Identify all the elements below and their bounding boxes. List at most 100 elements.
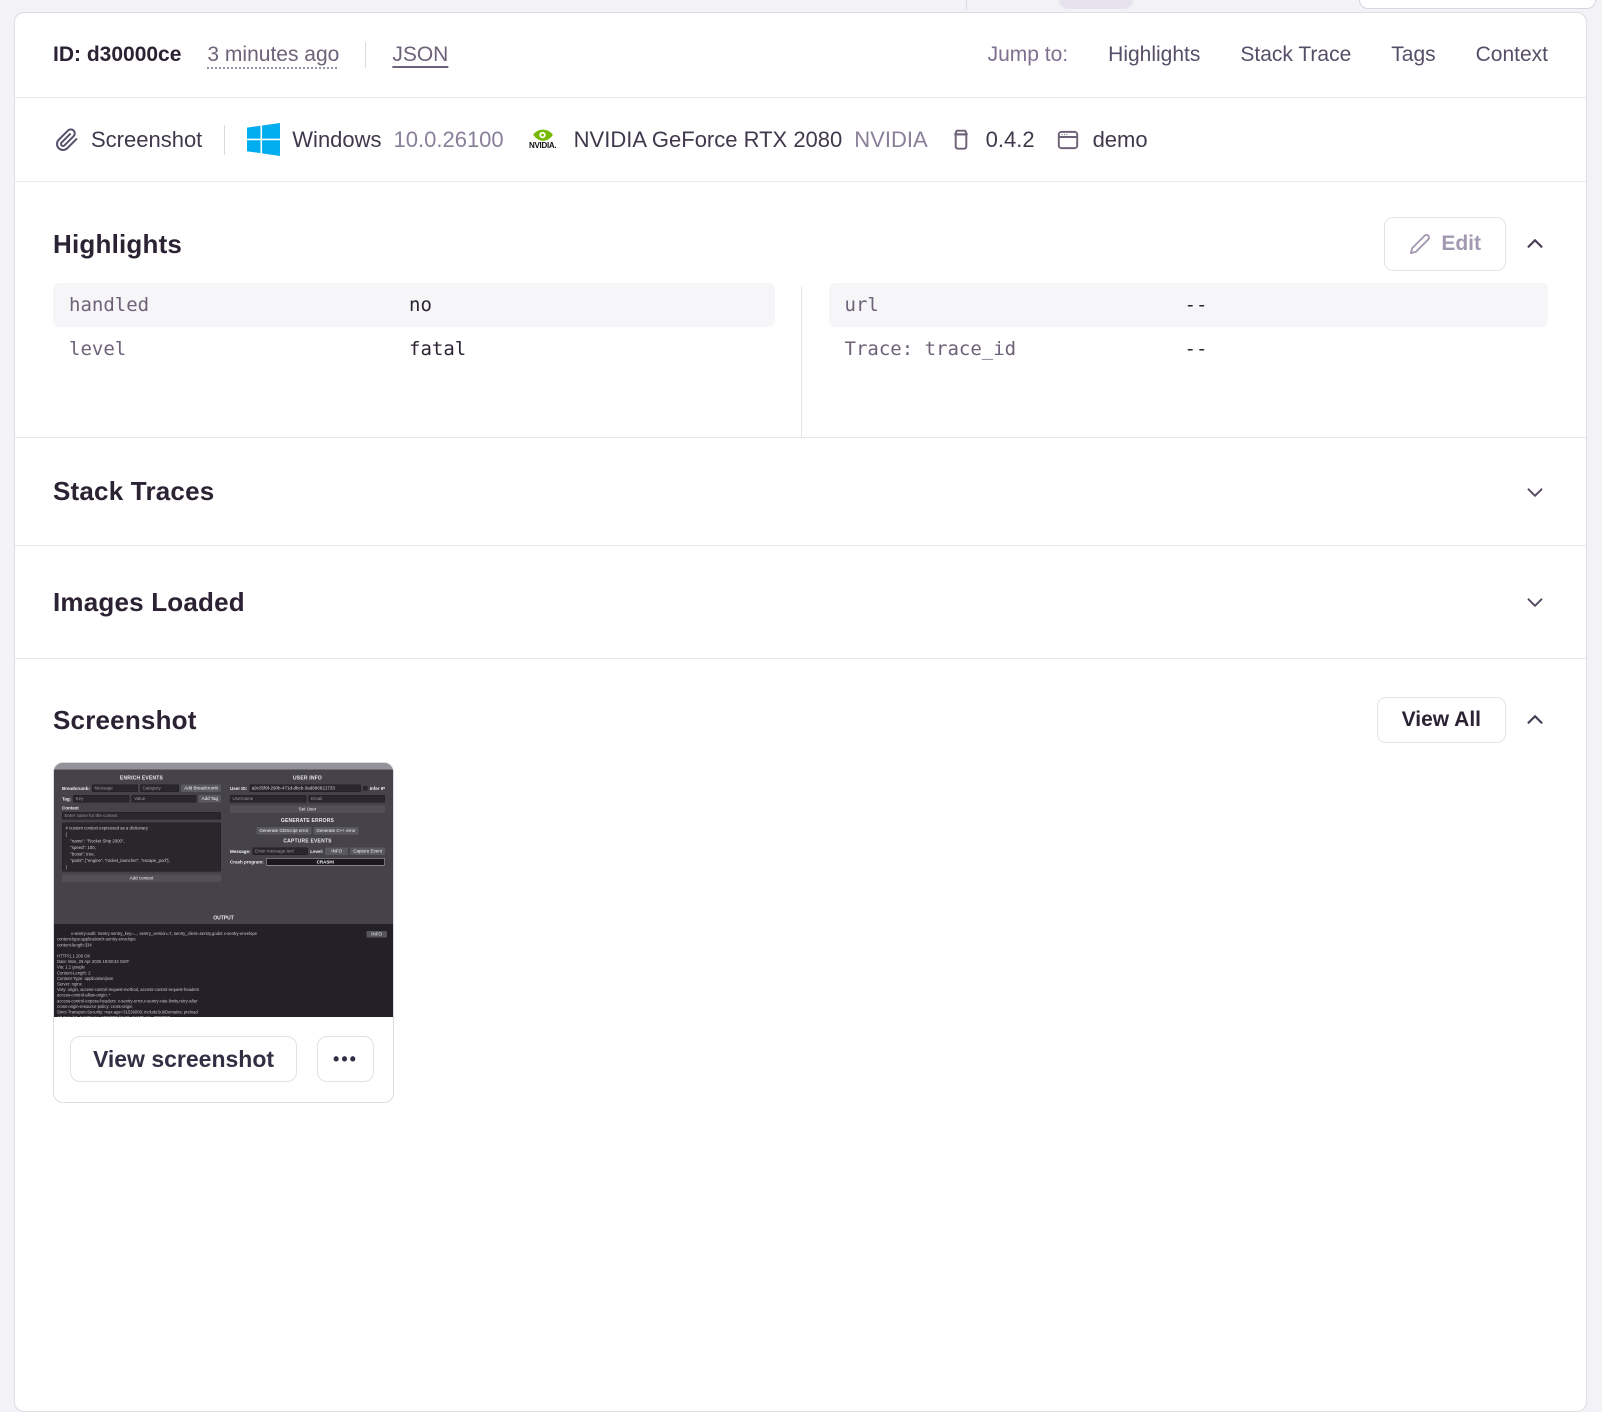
nvidia-logo-icon: NVIDIA. (523, 122, 562, 157)
thumb-capture-events-title: CAPTURE EVENTS (283, 838, 332, 845)
thumb-context-label: Context (62, 805, 79, 811)
edit-button-label: Edit (1441, 232, 1481, 255)
thumb-tag-label: Tag: (62, 796, 72, 802)
os-name: Windows (292, 126, 382, 152)
thumb-output-log: x-sentry-auth: Sentry sentry_key=..., se… (54, 924, 393, 1017)
thumb-user-info-title: USER INFO (292, 775, 323, 782)
os-context-item[interactable]: Windows 10.0.26100 (237, 123, 513, 156)
screenshot-title: Screenshot (53, 704, 197, 735)
pencil-icon (1409, 233, 1431, 255)
kv-key: Trace: trace_id (844, 338, 1017, 360)
package-icon (948, 127, 974, 153)
kv-row-trace-id: Trace: trace_id -- (829, 327, 1549, 371)
attachment-screenshot-item[interactable]: Screenshot (45, 127, 212, 153)
thumb-user-id-label: User ID: (230, 785, 248, 791)
view-all-button[interactable]: View All (1376, 697, 1506, 743)
windows-logo-icon (247, 123, 281, 156)
release-version: 0.4.2 (985, 126, 1035, 152)
context-bar-divider (224, 124, 226, 155)
thumb-add-context-button: Add context (62, 874, 221, 882)
thumb-context-code: # custom context expressed as a dictiona… (62, 822, 221, 872)
thumb-crash-label: Crash program: (230, 859, 264, 865)
thumb-capture-message-label: Message: (230, 848, 251, 854)
stack-traces-expand-toggle[interactable] (1522, 479, 1548, 505)
screenshot-thumbnail-content: ENRICH EVENTS Breadcrumb: Message Catego… (54, 763, 393, 1017)
top-toolbar-box-remnant (1359, 0, 1596, 9)
screenshot-more-options-button[interactable]: ••• (317, 1036, 374, 1082)
json-link[interactable]: JSON (392, 43, 448, 67)
gpu-vendor: NVIDIA (854, 126, 928, 152)
chevron-up-icon (1522, 231, 1548, 257)
kv-row-level: level fatal (53, 327, 775, 371)
top-toolbar-divider-remnant (966, 0, 967, 10)
thumb-level-select: INFO (325, 847, 349, 855)
kv-key: url (844, 294, 879, 316)
images-loaded-section: Images Loaded (15, 545, 1586, 658)
screenshot-thumbnail[interactable]: ENRICH EVENTS Breadcrumb: Message Catego… (54, 763, 393, 1017)
thumb-message-input: Message (92, 784, 139, 792)
images-loaded-expand-toggle[interactable] (1522, 589, 1548, 615)
header-divider (365, 42, 367, 68)
thumb-output-title: OUTPUT (213, 915, 234, 922)
thumb-gdscript-error-button: Generate GDScript error (256, 827, 312, 835)
thumb-user-id-input: a9c35f9f-290b-471d-dbcb-3ad896821733 (249, 784, 362, 792)
kv-key: level (69, 338, 127, 360)
event-time-ago-link[interactable]: 3 minutes ago (207, 43, 339, 67)
kv-key: handled (69, 294, 150, 316)
jump-link-highlights[interactable]: Highlights (1108, 43, 1200, 67)
jump-link-context[interactable]: Context (1476, 43, 1548, 67)
screenshot-section: Screenshot View All ENRICH EVENTS Breadc… (15, 658, 1586, 1163)
thumb-add-tag-button: Add Tag (198, 795, 221, 803)
kv-value: no (409, 294, 432, 316)
jump-to-nav: Jump to: Highlights Stack Trace Tags Con… (988, 43, 1548, 67)
environment-context-item[interactable]: demo (1045, 127, 1158, 153)
thumb-generate-errors-title: GENERATE ERRORS (280, 818, 335, 824)
thumb-category-input: Category (140, 784, 180, 792)
thumb-add-breadcrumb-button: Add Breadcrumb (181, 784, 221, 792)
chevron-down-icon (1522, 589, 1548, 615)
thumb-value-input: Value (131, 795, 197, 803)
release-context-item[interactable]: 0.4.2 (938, 127, 1045, 153)
thumb-enrich-title: ENRICH EVENTS (119, 775, 164, 782)
screenshot-card: ENRICH EVENTS Breadcrumb: Message Catego… (53, 762, 394, 1103)
paperclip-icon (55, 127, 79, 152)
thumb-breadcrumb-label: Breadcrumb: (62, 785, 91, 791)
thumb-email-input: Email (308, 795, 385, 803)
event-header-left: ID: d30000ce 3 minutes ago JSON (53, 42, 448, 68)
nvidia-wordmark: NVIDIA. (529, 141, 557, 150)
thumb-key-input: Key (73, 795, 130, 803)
gpu-name: NVIDIA GeForce RTX 2080 (573, 126, 843, 152)
kv-value: -- (1184, 338, 1208, 360)
thumb-info-badge: INFO (366, 931, 387, 938)
top-toolbar-pill-remnant (1059, 0, 1133, 9)
highlights-collapse-toggle[interactable] (1522, 231, 1548, 257)
context-summary-bar: Screenshot Windows 10.0.26100 NVIDIA. NV… (15, 98, 1586, 182)
images-loaded-title: Images Loaded (53, 586, 245, 617)
gpu-context-item[interactable]: NVIDIA. NVIDIA GeForce RTX 2080 NVIDIA (514, 122, 938, 157)
thumb-level-label: Level: (310, 848, 324, 854)
stack-traces-title: Stack Traces (53, 476, 215, 506)
jump-to-label: Jump to: (987, 43, 1069, 66)
thumb-infer-ip-label: Infer IP (369, 785, 385, 791)
thumb-capture-message-input: Enter message text (252, 847, 309, 855)
kv-value: -- (1184, 294, 1208, 316)
event-details-card: ID: d30000ce 3 minutes ago JSON Jump to:… (14, 12, 1587, 1412)
chevron-down-icon (1522, 479, 1548, 505)
highlights-column-divider (800, 287, 802, 437)
thumb-context-name-input: Enter name for the context (62, 812, 221, 820)
thumb-username-input: Username (230, 795, 307, 803)
thumb-crash-button: CRASH! (265, 858, 385, 866)
edit-highlights-button[interactable]: Edit (1384, 217, 1506, 271)
screenshot-actions: View screenshot ••• (54, 1017, 393, 1102)
environment-name: demo (1092, 126, 1148, 152)
jump-link-stack-trace[interactable]: Stack Trace (1240, 43, 1351, 67)
view-screenshot-button[interactable]: View screenshot (70, 1036, 297, 1082)
kv-row-handled: handled no (53, 283, 775, 327)
thumb-infer-ip-checkbox (363, 786, 368, 791)
event-header: ID: d30000ce 3 minutes ago JSON Jump to:… (15, 13, 1586, 98)
highlights-key-value-grid: handled no level fatal url -- Trace: tra… (53, 283, 1548, 437)
jump-link-tags[interactable]: Tags (1391, 43, 1435, 67)
screenshot-collapse-toggle[interactable] (1522, 707, 1548, 733)
thumb-set-user-button: Set User (230, 805, 385, 813)
highlights-title: Highlights (53, 228, 183, 259)
